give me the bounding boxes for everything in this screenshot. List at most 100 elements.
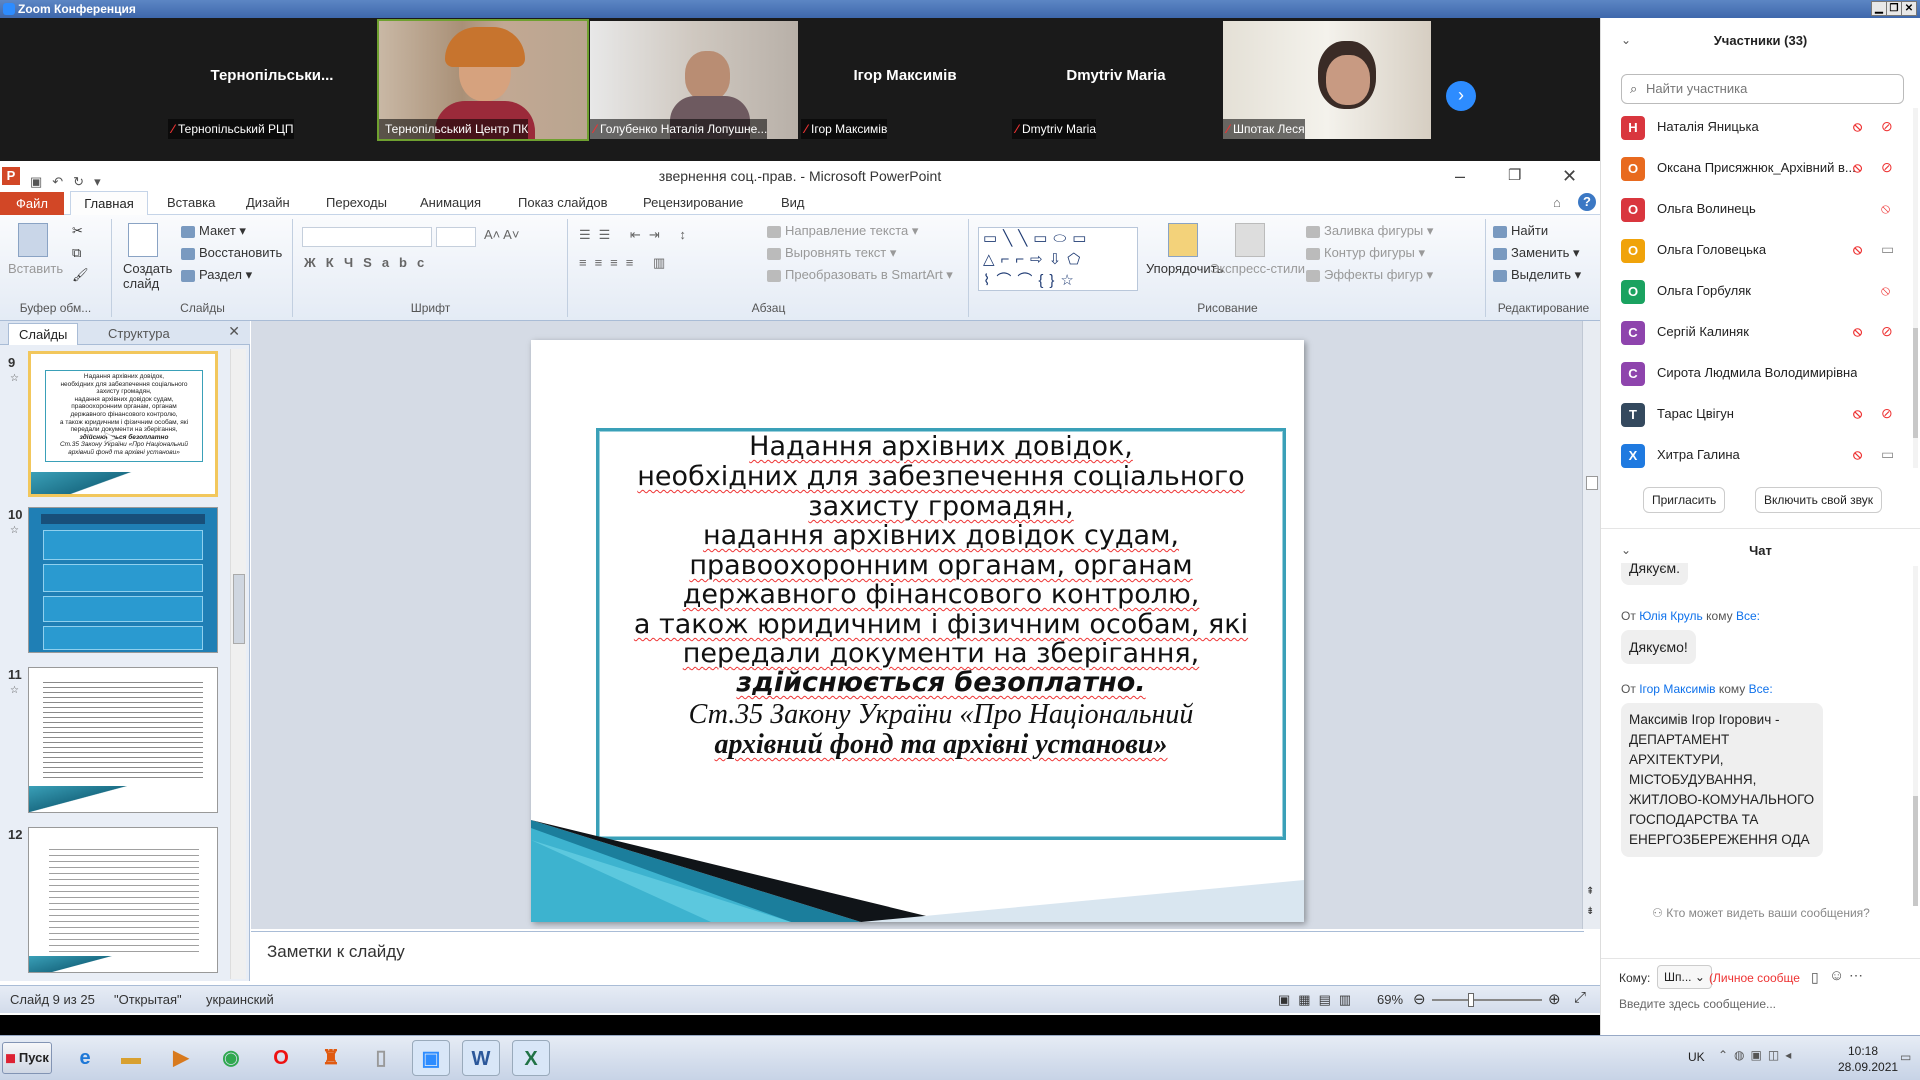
tab-view[interactable]: Вид xyxy=(781,195,805,210)
tab-transitions[interactable]: Переходы xyxy=(326,195,387,210)
quick-styles-button[interactable]: Экспресс-стили xyxy=(1210,261,1305,276)
slide-thumbnail[interactable] xyxy=(28,507,218,653)
participant-row[interactable]: О Ольга Горбуляк ⦸ xyxy=(1601,271,1920,312)
unmute-button[interactable]: Включить свой звук xyxy=(1755,487,1882,513)
slide-textbox[interactable]: Надання архівних довідок, необхідних для… xyxy=(596,428,1286,840)
reset-button[interactable]: Восстановить xyxy=(181,245,282,260)
video-tile[interactable]: Dmytriv Maria ⁄ Dmytriv Maria xyxy=(1012,21,1220,139)
tab-file[interactable]: Файл xyxy=(0,192,64,215)
zoom-out-icon[interactable]: ⊖ xyxy=(1413,990,1426,1008)
video-tile[interactable]: ⁄ Голубенко Наталія Лопушне... xyxy=(590,21,798,139)
participant-row[interactable]: С Сергій Калиняк ⦸ ⊘ xyxy=(1601,312,1920,353)
help-icon[interactable]: ? xyxy=(1578,193,1596,211)
emoji-icon[interactable]: ☺ xyxy=(1829,967,1844,984)
scrollbar-thumb[interactable] xyxy=(1913,328,1918,438)
panel-scrollbar[interactable] xyxy=(230,349,246,979)
text-direction-button[interactable]: Направление текста ▾ xyxy=(767,223,918,239)
app-icon[interactable]: ♜ xyxy=(312,1040,350,1076)
cut-icon[interactable]: ✂ xyxy=(72,223,83,239)
tab-animations[interactable]: Анимация xyxy=(420,195,481,210)
fit-window-icon[interactable]: ⤢ xyxy=(1574,989,1586,1006)
participants-scrollbar[interactable] xyxy=(1913,108,1918,468)
close-button[interactable]: ✕ xyxy=(1901,1,1917,16)
font-format-buttons[interactable]: ЖКЧSabc xyxy=(304,255,434,270)
chat-scrollbar[interactable] xyxy=(1913,566,1918,906)
participant-row[interactable]: О Оксана Присяжнюк_Архівний в... ⦸ ⊘ xyxy=(1601,148,1920,189)
format-painter-icon[interactable]: 🖌 xyxy=(72,267,89,283)
next-slide-icon[interactable]: ⇟ xyxy=(1586,906,1594,917)
tab-slides[interactable]: Слайды xyxy=(8,323,79,345)
who-can-see-link[interactable]: ⚇ Кто может видеть ваши сообщения? xyxy=(1601,906,1920,920)
font-size-buttons[interactable]: A˄ A˅ xyxy=(484,227,519,242)
slide-thumbnail[interactable] xyxy=(28,827,218,973)
invite-button[interactable]: Пригласить xyxy=(1643,487,1726,513)
status-language[interactable]: украинский xyxy=(206,992,274,1007)
scrollbar-thumb[interactable] xyxy=(1913,796,1918,906)
find-button[interactable]: Найти xyxy=(1493,223,1548,238)
video-tile[interactable]: ⁄ Шпотак Леся xyxy=(1223,21,1431,139)
gallery-next-button[interactable]: › xyxy=(1446,81,1476,111)
video-tile[interactable]: Ігор Максимів ⁄ Ігор Максимів xyxy=(801,21,1009,139)
scrollbar-thumb[interactable] xyxy=(1586,476,1598,490)
chrome-icon[interactable]: ◉ xyxy=(212,1040,250,1076)
participant-row[interactable]: О Ольга Головецька ⦸ ▭ xyxy=(1601,230,1920,271)
shape-effects-button[interactable]: Эффекты фигур ▾ xyxy=(1306,267,1433,283)
more-icon[interactable]: ⋯ xyxy=(1849,967,1863,984)
video-tile[interactable]: Тернопільськи... ⁄ Тернопільський РЦП xyxy=(168,21,376,139)
tab-design[interactable]: Дизайн xyxy=(246,195,290,210)
clock-time[interactable]: 10:18 xyxy=(1848,1044,1878,1058)
section-button[interactable]: Раздел ▾ xyxy=(181,267,252,283)
tab-home[interactable]: Главная xyxy=(70,191,148,216)
align-text-button[interactable]: Выровнять текст ▾ xyxy=(767,245,896,261)
participant-row[interactable]: Н Наталія Яницька ⦸ ⊘ xyxy=(1601,107,1920,148)
zoom-taskbar-icon[interactable]: ▣ xyxy=(412,1040,450,1076)
explorer-icon[interactable]: ▬ xyxy=(112,1040,150,1076)
participant-row[interactable]: Х Хитра Галина ⦸ ▭ xyxy=(1601,435,1920,476)
zoom-level[interactable]: 69% xyxy=(1377,992,1403,1007)
shape-fill-button[interactable]: Заливка фигуры ▾ xyxy=(1306,223,1433,239)
recipient-select[interactable]: Шп... ⌄ xyxy=(1657,965,1712,989)
tray-icons[interactable]: ⌃◍▣◫◂ xyxy=(1718,1048,1797,1062)
list-buttons[interactable]: ☰☰ ⇤⇥ ↕ xyxy=(579,227,694,243)
font-name-select[interactable] xyxy=(302,227,432,247)
tab-review[interactable]: Рецензирование xyxy=(643,195,743,210)
current-slide[interactable]: Надання архівних довідок, необхідних для… xyxy=(531,340,1304,922)
show-desktop-icon[interactable]: ▭ xyxy=(1900,1050,1911,1064)
tab-outline[interactable]: Структура xyxy=(98,323,180,345)
word-taskbar-icon[interactable]: W xyxy=(462,1040,500,1076)
sender-name[interactable]: Юлія Круль xyxy=(1639,609,1703,623)
tab-slideshow[interactable]: Показ слайдов xyxy=(518,195,608,210)
zoom-slider-handle[interactable] xyxy=(1468,993,1474,1007)
ie-icon[interactable]: e xyxy=(66,1040,104,1076)
zoom-in-icon[interactable]: ⊕ xyxy=(1548,990,1561,1008)
clock-date[interactable]: 28.09.2021 xyxy=(1838,1060,1898,1074)
participant-row[interactable]: С Сирота Людмила Володимирівна xyxy=(1601,353,1920,394)
font-size-select[interactable] xyxy=(436,227,476,247)
scrollbar-thumb[interactable] xyxy=(233,574,245,644)
slide-scrollbar[interactable]: ⇞ ⇟ xyxy=(1582,321,1600,929)
start-button[interactable]: ◼ Пуск xyxy=(2,1042,52,1074)
zoom-slider[interactable] xyxy=(1432,993,1542,1007)
paste-button[interactable]: Вставить xyxy=(8,261,63,276)
tab-insert[interactable]: Вставка xyxy=(167,195,215,210)
smartart-button[interactable]: Преобразовать в SmartArt ▾ xyxy=(767,267,953,283)
chat-message-input[interactable]: Введите здесь сообщение... xyxy=(1619,997,1776,1011)
prev-slide-icon[interactable]: ⇞ xyxy=(1586,886,1594,897)
participant-row[interactable]: Т Тарас Цвігун ⦸ ⊘ xyxy=(1601,394,1920,435)
shape-outline-button[interactable]: Контур фигуры ▾ xyxy=(1306,245,1425,261)
close-panel-icon[interactable]: ✕ xyxy=(228,323,240,340)
document-icon[interactable]: ▯ xyxy=(362,1040,400,1076)
participant-row[interactable]: О Ольга Волинець ⦸ xyxy=(1601,189,1920,230)
restore-icon[interactable]: ❐ xyxy=(1508,161,1521,191)
layout-button[interactable]: Макет ▾ xyxy=(181,223,246,239)
opera-icon[interactable]: O xyxy=(262,1040,300,1076)
close-icon[interactable]: ✕ xyxy=(1562,161,1577,191)
slide-thumbnail[interactable]: Надання архівних довідок, необхідних для… xyxy=(28,351,218,497)
new-slide-button[interactable]: Создать слайд xyxy=(123,261,175,291)
align-buttons[interactable]: ≡≡≡≡ ▥ xyxy=(579,255,673,271)
file-icon[interactable]: ▯ xyxy=(1811,969,1819,986)
notes-pane[interactable]: Заметки к слайду xyxy=(251,931,1584,974)
input-language[interactable]: UK xyxy=(1688,1050,1705,1064)
slide-thumbnail[interactable] xyxy=(28,667,218,813)
view-buttons[interactable]: ▣▦▤▥ xyxy=(1278,992,1359,1008)
